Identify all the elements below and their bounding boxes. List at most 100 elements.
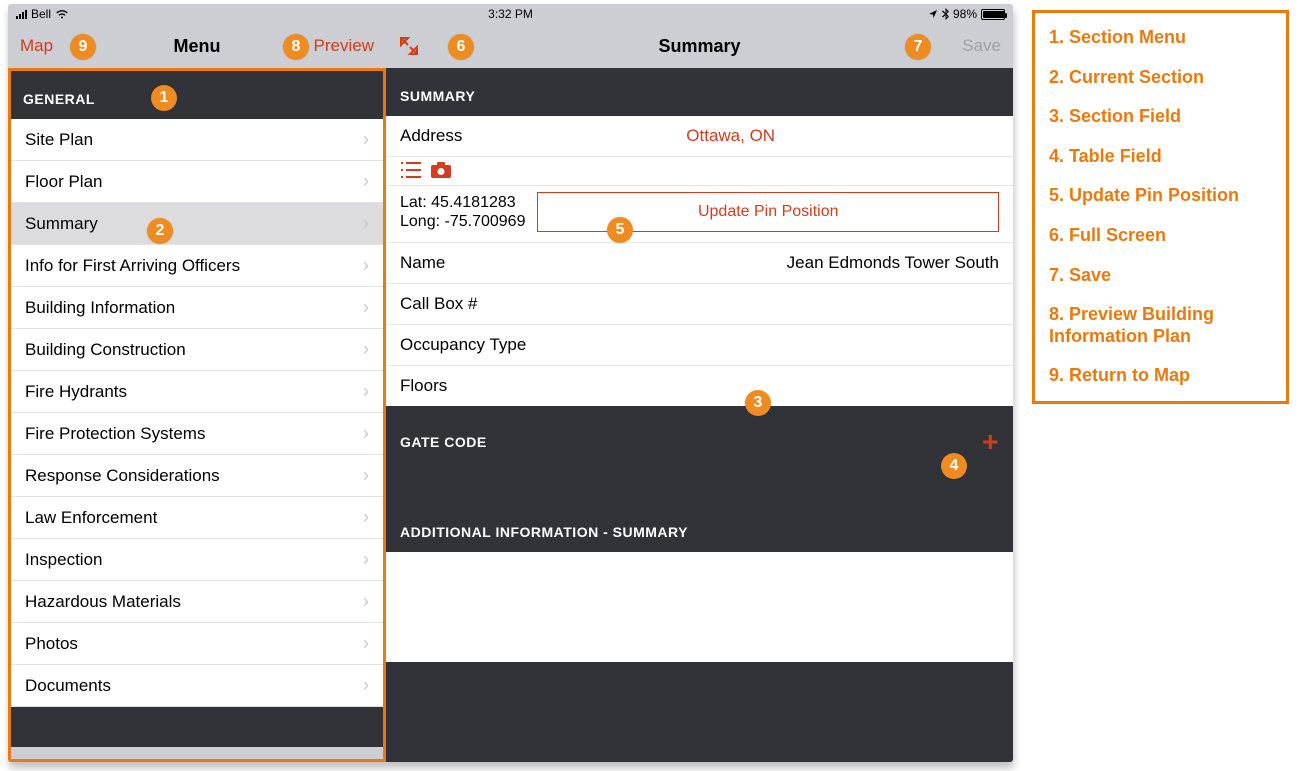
- legend-item: 7. Save: [1049, 265, 1272, 287]
- legend-item: 4. Table Field: [1049, 146, 1272, 168]
- chevron-right-icon: ›: [363, 675, 369, 696]
- name-field[interactable]: Name Jean Edmonds Tower South: [386, 243, 1013, 284]
- menu-pane: Map Menu Preview GENERAL Site Plan›Floor…: [8, 24, 386, 762]
- callout-2: 2: [147, 218, 173, 244]
- legend-panel: 1. Section Menu2. Current Section3. Sect…: [1032, 10, 1289, 404]
- add-gatecode-button[interactable]: +: [982, 426, 999, 458]
- menu-title: Menu: [174, 36, 221, 57]
- bluetooth-icon: [942, 8, 949, 20]
- menu-item-label: Fire Protection Systems: [25, 424, 205, 444]
- legend-item: 8. Preview Building Information Plan: [1049, 304, 1272, 347]
- menu-item-label: Documents: [25, 676, 111, 696]
- field-toolbar: [386, 157, 1013, 186]
- chevron-right-icon: ›: [363, 591, 369, 612]
- app-screenshot: Bell 3:32 PM 98% Map Menu Preview: [8, 4, 1013, 762]
- menu-item[interactable]: Inspection ›: [11, 539, 383, 581]
- callbox-label: Call Box #: [400, 294, 477, 314]
- battery-icon: [981, 9, 1005, 20]
- chevron-right-icon: ›: [363, 507, 369, 528]
- chevron-right-icon: ›: [363, 339, 369, 360]
- chevron-right-icon: ›: [363, 381, 369, 402]
- menu-item-label: Building Information: [25, 298, 175, 318]
- menu-item[interactable]: Site Plan›: [11, 119, 383, 161]
- name-label: Name: [400, 253, 445, 273]
- detail-pane: Summary Save SUMMARY Address Ottawa, ON: [386, 24, 1013, 762]
- menu-item[interactable]: Building Construction›: [11, 329, 383, 371]
- callout-1: 1: [151, 85, 177, 111]
- detail-title: Summary: [658, 36, 740, 57]
- summary-header: SUMMARY: [386, 68, 1013, 116]
- summary-header-label: SUMMARY: [400, 88, 475, 104]
- menu-item[interactable]: Fire Hydrants ›: [11, 371, 383, 413]
- location-icon: [928, 9, 938, 19]
- chevron-right-icon: ›: [363, 255, 369, 276]
- address-value: Ottawa, ON: [686, 126, 775, 146]
- list-icon[interactable]: [400, 161, 422, 179]
- carrier-label: Bell: [31, 7, 51, 21]
- menu-item-label: Fire Hydrants: [25, 382, 127, 402]
- chevron-right-icon: ›: [363, 297, 369, 318]
- battery-percent: 98%: [953, 7, 977, 21]
- map-button[interactable]: Map: [20, 36, 53, 56]
- address-label: Address: [400, 126, 462, 146]
- menu-footer: [11, 707, 383, 747]
- addl-info-header: ADDITIONAL INFORMATION - SUMMARY: [386, 504, 1013, 552]
- menu-item-label: Law Enforcement: [25, 508, 157, 528]
- callout-6: 6: [448, 34, 474, 60]
- legend-item: 6. Full Screen: [1049, 225, 1272, 247]
- chevron-right-icon: ›: [363, 633, 369, 654]
- chevron-right-icon: ›: [363, 129, 369, 150]
- long-value: -75.700969: [445, 213, 526, 230]
- menu-item-label: Hazardous Materials: [25, 592, 181, 612]
- legend-item: 3. Section Field: [1049, 106, 1272, 128]
- menu-item[interactable]: Hazardous Materials ›: [11, 581, 383, 623]
- legend-item: 5. Update Pin Position: [1049, 185, 1272, 207]
- menu-item[interactable]: Summary ›: [11, 203, 383, 245]
- menu-item[interactable]: Law Enforcement ›: [11, 497, 383, 539]
- menu-border: GENERAL Site Plan›Floor Plan›Summary›Inf…: [8, 68, 386, 762]
- preview-button[interactable]: Preview: [314, 36, 374, 56]
- callbox-field[interactable]: Call Box #: [386, 284, 1013, 325]
- callout-5: 5: [607, 217, 633, 243]
- chevron-right-icon: ›: [363, 465, 369, 486]
- menu-list: Site Plan›Floor Plan›Summary›Info for Fi…: [11, 119, 383, 707]
- fullscreen-icon[interactable]: [398, 35, 420, 57]
- gatecode-header: GATE CODE +: [386, 406, 1013, 470]
- menu-item-label: Inspection: [25, 550, 103, 570]
- address-field[interactable]: Address Ottawa, ON: [386, 116, 1013, 157]
- floors-field[interactable]: Floors: [386, 366, 1013, 406]
- menu-item[interactable]: Fire Protection Systems ›: [11, 413, 383, 455]
- menu-item-label: Summary: [25, 214, 98, 234]
- chevron-right-icon: ›: [363, 213, 369, 234]
- occupancy-field[interactable]: Occupancy Type: [386, 325, 1013, 366]
- save-button[interactable]: Save: [962, 36, 1001, 56]
- camera-icon[interactable]: [430, 161, 452, 179]
- long-label: Long:: [400, 213, 440, 230]
- callout-8: 8: [283, 34, 309, 60]
- addl-info-body[interactable]: [386, 552, 1013, 662]
- menu-item-label: Photos: [25, 634, 78, 654]
- legend-item: 1. Section Menu: [1049, 27, 1272, 49]
- signal-icon: [16, 10, 27, 19]
- menu-item[interactable]: Documents ›: [11, 665, 383, 707]
- menu-item[interactable]: Info for First Arriving Officers›: [11, 245, 383, 287]
- callout-7: 7: [905, 34, 931, 60]
- gatecode-body: [386, 470, 1013, 504]
- callout-3: 3: [745, 390, 771, 416]
- legend-item: 9. Return to Map: [1049, 365, 1272, 387]
- latlong-row: Lat: 45.4181283 Long: -75.700969 Update …: [386, 186, 1013, 243]
- menu-item-label: Response Considerations: [25, 466, 220, 486]
- detail-content: SUMMARY Address Ottawa, ON: [386, 68, 1013, 762]
- menu-item[interactable]: Building Information ›: [11, 287, 383, 329]
- chevron-right-icon: ›: [363, 423, 369, 444]
- callout-9: 9: [70, 34, 96, 60]
- bottom-spacer: [386, 662, 1013, 762]
- menu-item[interactable]: Floor Plan›: [11, 161, 383, 203]
- status-time: 3:32 PM: [488, 7, 533, 21]
- lat-label: Lat:: [400, 194, 427, 211]
- menu-item[interactable]: Response Considerations ›: [11, 455, 383, 497]
- wifi-icon: [55, 9, 69, 19]
- latlong-text: Lat: 45.4181283 Long: -75.700969: [400, 193, 525, 231]
- menu-item[interactable]: Photos ›: [11, 623, 383, 665]
- chevron-right-icon: ›: [363, 549, 369, 570]
